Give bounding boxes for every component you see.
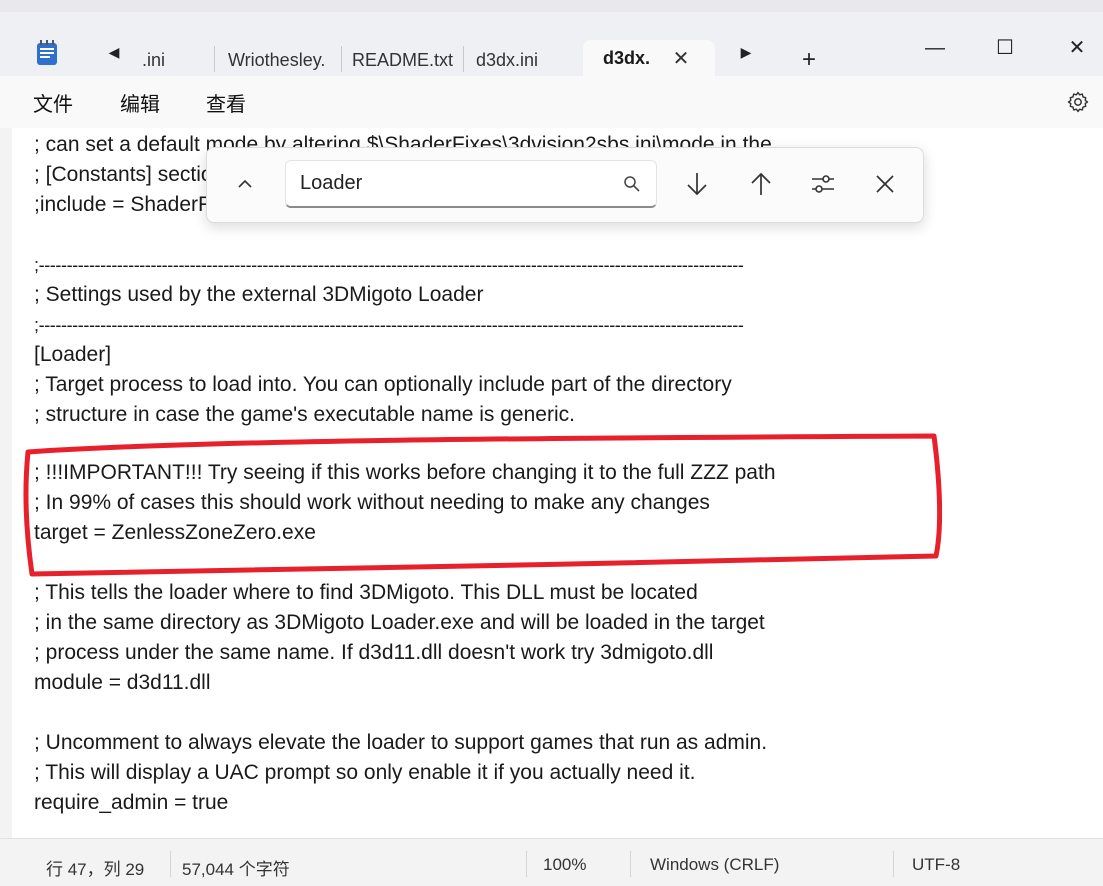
find-input-box[interactable] [285,160,657,208]
red-highlight-annotation [23,433,942,577]
menu-edit[interactable]: 编辑 [120,88,160,117]
tab-scroll-right-button[interactable]: ▶ [734,44,758,61]
editor-line: [Loader] [34,343,112,366]
tab-separator [341,46,342,72]
arrow-down-icon[interactable] [683,170,711,198]
settings-gear-icon[interactable] [1066,90,1090,114]
status-position: 行 47，列 29 [46,860,145,879]
status-separator [526,851,527,877]
close-window-button[interactable]: ✕ [1054,34,1100,62]
find-bar [206,147,924,223]
tab-separator [214,46,215,72]
find-options-icon[interactable] [809,170,837,198]
editor-line: ; [Constants] section [34,163,225,186]
search-icon[interactable] [622,174,642,194]
status-char-count: 57,044 个字符 [182,860,290,879]
maximize-button[interactable]: ☐ [982,34,1028,62]
tab-wriothesley[interactable]: Wriothesley. [228,40,336,80]
new-tab-button[interactable]: + [802,46,816,74]
editor-line: ; This tells the loader where to find 3D… [34,581,698,604]
tab-ini[interactable]: .ini [142,40,202,80]
chevron-up-icon[interactable] [233,172,257,196]
editor-line: module = d3d11.dll [34,671,211,694]
editor-line-divider: ;---------------------------------------… [34,255,744,275]
notepad-app-icon [37,40,57,65]
find-input[interactable] [300,169,600,197]
status-encoding[interactable]: UTF-8 [912,855,960,875]
editor-line: ; process under the same name. If d3d11.… [34,641,714,664]
status-line-ending[interactable]: Windows (CRLF) [650,855,779,875]
editor-line: ; This will display a UAC prompt so only… [34,761,696,784]
editor-line: ; Settings used by the external 3DMigoto… [34,283,484,306]
top-strip [0,0,1103,12]
status-bar: 行 47，列 29 57,044 个字符 100% Windows (CRLF)… [0,838,1103,886]
editor-line: ; in the same directory as 3DMigoto Load… [34,611,765,634]
notepad-window: ◀ .ini Wriothesley. README.txt d3dx.ini … [0,0,1103,886]
minimize-button[interactable]: — [912,34,958,62]
tab-close-icon[interactable]: ✕ [669,46,693,71]
menu-file[interactable]: 文件 [33,88,73,117]
menu-bar: 文件 编辑 查看 [0,76,1103,128]
tab-separator [463,46,464,72]
tab-d3dx-ini[interactable]: d3dx.ini [476,40,572,80]
status-zoom[interactable]: 100% [543,855,586,875]
status-separator [893,851,894,877]
editor-line-divider: ;---------------------------------------… [34,315,744,335]
tab-scroll-left-button[interactable]: ◀ [102,44,126,61]
close-find-icon[interactable] [871,170,899,198]
editor-line: ; structure in case the game's executabl… [34,403,575,426]
editor-line: require_admin = true [34,791,229,814]
editor-line: ; Uncomment to always elevate the loader… [34,731,768,754]
editor-line: ; Target process to load into. You can o… [34,373,732,396]
title-bar[interactable]: ◀ .ini Wriothesley. README.txt d3dx.ini … [0,12,1103,88]
status-separator [630,851,631,877]
active-tab-label: d3dx. [603,48,651,68]
tab-readme[interactable]: README.txt [352,40,454,80]
menu-view[interactable]: 查看 [206,88,246,117]
status-separator [170,851,171,877]
arrow-up-icon[interactable] [747,170,775,198]
